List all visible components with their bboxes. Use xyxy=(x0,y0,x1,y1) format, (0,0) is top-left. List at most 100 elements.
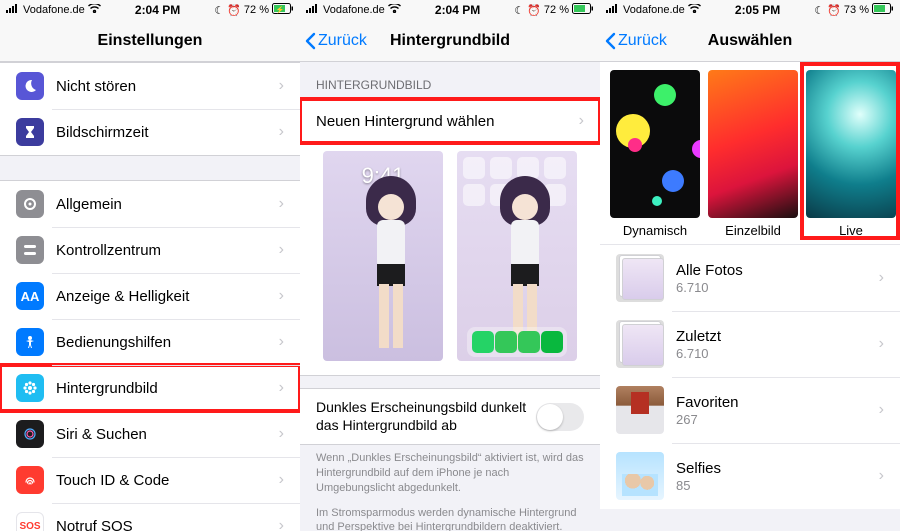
moon-icon xyxy=(16,72,44,100)
row-label: Hintergrundbild xyxy=(56,380,279,397)
row-control-center[interactable]: Kontrollzentrum › xyxy=(0,227,300,273)
row-label: Kontrollzentrum xyxy=(56,242,279,259)
sos-icon: SOS xyxy=(16,512,44,531)
moon-icon: ☾ xyxy=(214,4,224,17)
album-selfies[interactable]: Selfies 85 › xyxy=(600,443,900,509)
chevron-right-icon: › xyxy=(879,467,884,485)
chevron-right-icon: › xyxy=(879,335,884,353)
chevron-right-icon: › xyxy=(879,401,884,419)
row-touchid[interactable]: Touch ID & Code › xyxy=(0,457,300,503)
wifi-icon xyxy=(88,4,101,16)
cat-dynamic[interactable]: Dynamisch xyxy=(610,70,700,238)
album-favorites[interactable]: Favoriten 267 › xyxy=(600,377,900,443)
album-thumb xyxy=(616,386,664,434)
chevron-right-icon: › xyxy=(279,287,284,305)
row-do-not-disturb[interactable]: Nicht stören › xyxy=(0,63,300,109)
svg-text:⚡: ⚡ xyxy=(276,5,285,14)
row-label: Notruf SOS xyxy=(56,518,279,531)
wallpaper-figure xyxy=(503,176,547,346)
text-size-icon: AA xyxy=(16,282,44,310)
row-sos[interactable]: SOS Notruf SOS › xyxy=(0,503,300,531)
settings-group-2: Allgemein › Kontrollzentrum › AA Anzeige… xyxy=(0,180,300,531)
chevron-right-icon: › xyxy=(579,112,584,130)
back-button[interactable]: Zurück xyxy=(604,32,667,50)
nav-bar: Zurück Auswählen xyxy=(600,20,900,62)
album-thumb xyxy=(616,452,664,500)
homescreen-preview[interactable] xyxy=(457,151,577,361)
battery-icon xyxy=(872,3,894,17)
album-name: Favoriten xyxy=(676,394,739,411)
battery-icon xyxy=(572,3,594,17)
album-name: Zuletzt xyxy=(676,328,721,345)
chevron-right-icon: › xyxy=(279,77,284,95)
back-label: Zurück xyxy=(318,32,367,50)
album-count: 6.710 xyxy=(676,280,743,295)
chevron-right-icon: › xyxy=(279,333,284,351)
row-accessibility[interactable]: Bedienungshilfen › xyxy=(0,319,300,365)
signal-icon xyxy=(306,4,320,16)
wallpaper-previews: 9:41 xyxy=(300,143,600,375)
screen-choose: Vodafone.de 2:05 PM ☾ ⏰ 73 % Zurück Ausw… xyxy=(600,0,900,531)
carrier: Vodafone.de xyxy=(623,4,685,16)
status-time: 2:05 PM xyxy=(735,3,780,17)
thumb-dynamic xyxy=(610,70,700,218)
row-label: Bildschirmzeit xyxy=(56,124,279,141)
moon-icon: ☾ xyxy=(814,4,824,17)
thumb-live xyxy=(806,70,896,218)
row-wallpaper[interactable]: Hintergrundbild › xyxy=(0,365,300,411)
fingerprint-icon xyxy=(16,466,44,494)
page-title: Einstellungen xyxy=(98,32,203,50)
section-header: HINTERGRUNDBILD xyxy=(300,62,600,98)
chevron-right-icon: › xyxy=(279,379,284,397)
album-count: 6.710 xyxy=(676,346,721,361)
nav-bar: Zurück Hintergrundbild xyxy=(300,20,600,62)
hourglass-icon xyxy=(16,118,44,146)
nav-bar: Einstellungen xyxy=(0,20,300,62)
switches-icon xyxy=(16,236,44,264)
signal-icon xyxy=(606,4,620,16)
row-general[interactable]: Allgemein › xyxy=(0,181,300,227)
album-recents[interactable]: Zuletzt 6.710 › xyxy=(600,311,900,377)
chevron-right-icon: › xyxy=(279,241,284,259)
row-display[interactable]: AA Anzeige & Helligkeit › xyxy=(0,273,300,319)
settings-group-1: Nicht stören › Bildschirmzeit › xyxy=(0,62,300,156)
battery-pct: 72 % xyxy=(244,4,269,16)
album-name: Selfies xyxy=(676,460,721,477)
carrier: Vodafone.de xyxy=(23,4,85,16)
album-count: 267 xyxy=(676,412,739,427)
row-label: Nicht stören xyxy=(56,78,279,95)
cat-label: Live xyxy=(839,223,863,238)
battery-icon: ⚡ xyxy=(272,3,294,17)
toggle-label: Dunkles Erscheinungsbild dunkelt das Hin… xyxy=(316,399,536,434)
cat-still[interactable]: Einzelbild xyxy=(708,70,798,238)
chevron-right-icon: › xyxy=(279,195,284,213)
dock xyxy=(467,327,567,357)
row-label: Touch ID & Code xyxy=(56,472,279,489)
footer-text-2: Im Stromsparmodus werden dynamische Hint… xyxy=(300,496,600,531)
signal-icon xyxy=(6,4,20,16)
lockscreen-preview[interactable]: 9:41 xyxy=(323,151,443,361)
row-dark-dim: Dunkles Erscheinungsbild dunkelt das Hin… xyxy=(300,388,600,445)
chevron-right-icon: › xyxy=(879,269,884,287)
toggle-switch[interactable] xyxy=(536,403,584,431)
wallpaper-figure xyxy=(369,176,413,346)
chevron-right-icon: › xyxy=(279,471,284,489)
chevron-right-icon: › xyxy=(279,123,284,141)
cat-label: Einzelbild xyxy=(725,223,781,238)
status-time: 2:04 PM xyxy=(435,3,480,17)
album-all-photos[interactable]: Alle Fotos 6.710 › xyxy=(600,245,900,311)
row-choose-wallpaper[interactable]: Neuen Hintergrund wählen › xyxy=(300,99,600,143)
cat-live[interactable]: Live xyxy=(806,70,896,238)
back-button[interactable]: Zurück xyxy=(304,32,367,50)
wifi-icon xyxy=(688,4,701,16)
chevron-right-icon: › xyxy=(279,517,284,531)
footer-text-1: Wenn „Dunkles Erscheinungsbild“ aktivier… xyxy=(300,445,600,496)
row-screen-time[interactable]: Bildschirmzeit › xyxy=(0,109,300,155)
album-name: Alle Fotos xyxy=(676,262,743,279)
flower-icon xyxy=(16,374,44,402)
album-thumb xyxy=(616,254,664,302)
row-siri[interactable]: Siri & Suchen › xyxy=(0,411,300,457)
status-time: 2:04 PM xyxy=(135,3,180,17)
page-title: Auswählen xyxy=(708,32,792,50)
screen-settings: Vodafone.de 2:04 PM ☾ ⏰ 72 % ⚡ Einstellu… xyxy=(0,0,300,531)
